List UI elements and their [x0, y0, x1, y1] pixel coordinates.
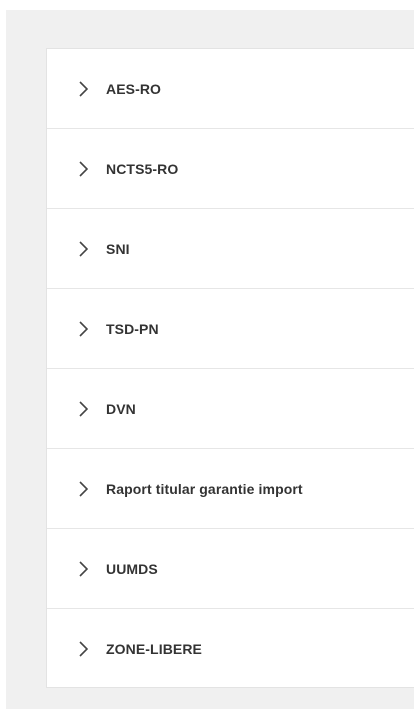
accordion-item-raport-titular-garantie-import[interactable]: Raport titular garantie import	[47, 449, 414, 529]
accordion-item-dvn[interactable]: DVN	[47, 369, 414, 449]
accordion-item-label: NCTS5-RO	[106, 160, 179, 177]
accordion-item-zone-libere[interactable]: ZONE-LIBERE	[47, 609, 414, 689]
accordion-item-tsd-pn[interactable]: TSD-PN	[47, 289, 414, 369]
chevron-right-icon	[77, 320, 89, 337]
accordion-item-sni[interactable]: SNI	[47, 209, 414, 289]
accordion-item-label: ZONE-LIBERE	[106, 641, 202, 657]
accordion-item-label: TSD-PN	[106, 320, 159, 337]
chevron-right-icon	[77, 560, 89, 577]
accordion-item-label: UUMDS	[106, 560, 158, 577]
chevron-right-icon	[77, 240, 89, 257]
accordion-item-label: Raport titular garantie import	[106, 480, 303, 497]
chevron-right-icon	[77, 400, 89, 417]
accordion-item-label: SNI	[106, 240, 130, 257]
accordion-item-label: DVN	[106, 400, 136, 417]
accordion-item-label: AES-RO	[106, 80, 162, 97]
chevron-right-icon	[77, 80, 89, 97]
accordion-panel: AES-RO NCTS5-RO SNI TSD-PN DVN Raport ti…	[46, 48, 414, 688]
accordion-item-ncts5-ro[interactable]: NCTS5-RO	[47, 129, 414, 209]
chevron-right-icon	[77, 641, 89, 657]
accordion-item-aes-ro[interactable]: AES-RO	[47, 49, 414, 129]
chevron-right-icon	[77, 480, 89, 497]
accordion-item-uumds[interactable]: UUMDS	[47, 529, 414, 609]
chevron-right-icon	[77, 160, 89, 177]
